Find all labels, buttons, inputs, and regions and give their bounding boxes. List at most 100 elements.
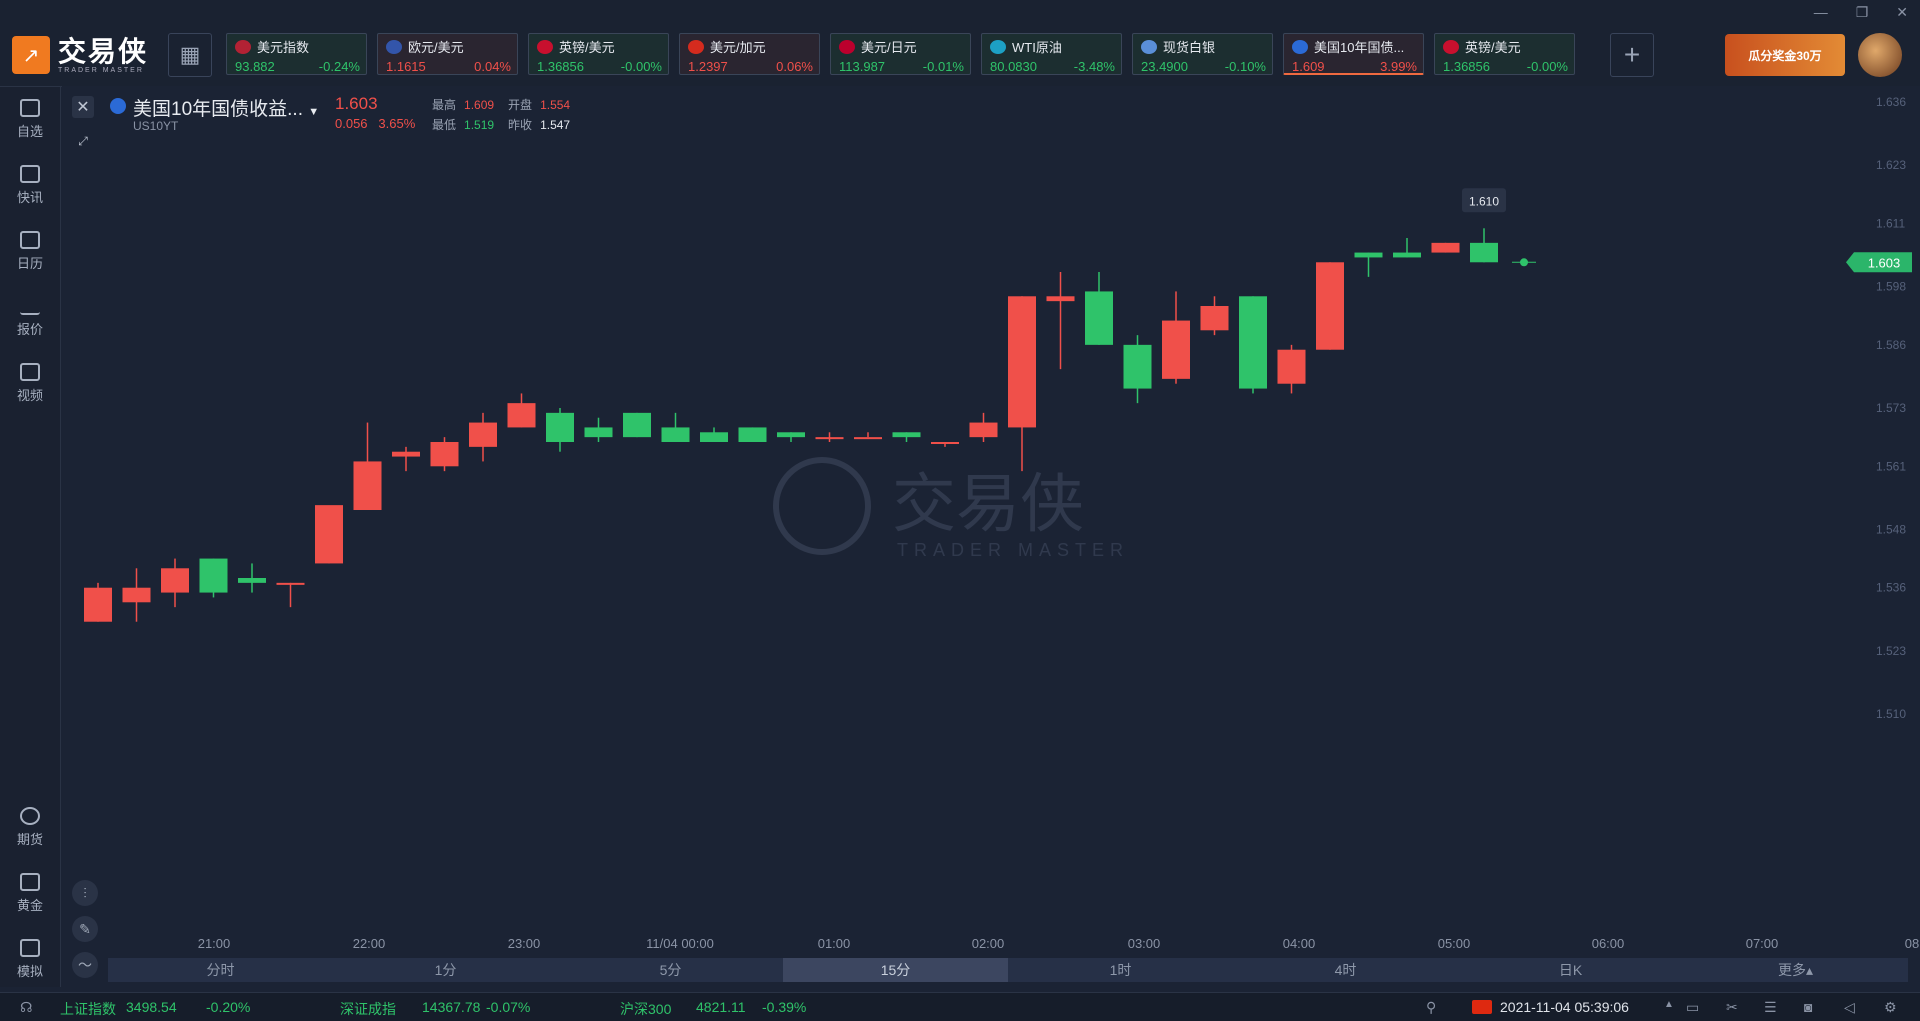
candle-body (353, 461, 382, 510)
candle (430, 437, 459, 472)
ticker-price: 1.609 (1292, 59, 1325, 74)
play-icon (20, 363, 40, 381)
x-tick-label: 04:00 (1283, 936, 1316, 951)
candle (1316, 262, 1344, 350)
ticker-card[interactable]: 美元/日元 113.987 -0.01% (830, 33, 971, 75)
ticker-change: -0.10% (1224, 59, 1266, 74)
close-chart-button[interactable]: ✕ (72, 96, 94, 118)
timeframe-bar: 分时 1分 5分 15分 1时 4时 日K 更多▴ (108, 958, 1908, 982)
index-name[interactable]: 上证指数 (60, 999, 116, 1019)
screen-icon[interactable]: ▭ (1686, 999, 1699, 1016)
change-value: 0.056 (335, 116, 368, 131)
calendar-icon (20, 231, 40, 249)
ticker-card[interactable]: 欧元/美元 1.1615 0.04% (377, 33, 518, 75)
ticker-card[interactable]: 美国10年国债... 1.609 3.99% (1283, 33, 1424, 75)
ticker-card[interactable]: 英镑/美元 1.36856 -0.00% (1434, 33, 1575, 75)
candle (738, 427, 767, 442)
sidebar-item-futures[interactable]: 期货 (0, 807, 60, 848)
sidebar-item-label: 报价 (16, 322, 43, 337)
timeframe-tab[interactable]: 4时 (1233, 958, 1458, 982)
candle-body (1200, 306, 1229, 331)
price-change: 0.056 3.65% (335, 116, 415, 131)
timeframe-tab[interactable]: 1时 (1008, 958, 1233, 982)
sidebar-item-gold[interactable]: 黄金 (0, 873, 60, 914)
timeframe-tab[interactable]: 15分 (783, 958, 1008, 982)
ohlc-stats: 最高 1.609 开盘 1.554 最低 1.519 昨收 1.547 (432, 95, 584, 135)
timeframe-tab[interactable]: 分时 (108, 958, 333, 982)
flag-icon (839, 39, 855, 54)
ticker-name: 美国10年国债... (1314, 40, 1405, 55)
caret-up-icon[interactable]: ▲ (1664, 999, 1674, 1010)
x-tick-label: 22:00 (353, 936, 386, 951)
timeframe-tab[interactable]: 更多▴ (1683, 958, 1908, 982)
ticker-price: 80.0830 (990, 59, 1037, 74)
ticker-price: 113.987 (839, 59, 886, 74)
avatar[interactable] (1858, 33, 1902, 77)
settings-icon[interactable]: ⚙ (1884, 999, 1897, 1016)
index-change: -0.07% (486, 999, 531, 1015)
sidebar-item-simulation[interactable]: 模拟 (0, 939, 60, 980)
ticker-name: 美元指数 (257, 40, 310, 55)
timeframe-tab[interactable]: 日K (1458, 958, 1683, 982)
list-icon[interactable]: ☰ (1764, 999, 1777, 1016)
ticker-change: -0.00% (1526, 59, 1568, 74)
y-tick-label: 1.573 (1876, 401, 1906, 415)
open-label: 开盘 (508, 98, 533, 112)
restore-button[interactable]: ❐ (1856, 4, 1869, 21)
ticker-name: 欧元/美元 (408, 40, 464, 55)
index-name[interactable]: 深证成指 (340, 999, 396, 1019)
top-bar: — ❐ ✕ ↗ 交易侠 TRADER MASTER ▦ 美元指数 93.882 -0… (0, 0, 1920, 87)
candle-body (623, 412, 651, 438)
mute-icon[interactable]: ◁ (1844, 999, 1855, 1016)
candle-body (969, 422, 998, 438)
ticker-card[interactable]: 现货白银 23.4900 -0.10% (1132, 33, 1273, 75)
chevron-down-icon: ▼ (308, 106, 320, 118)
ticker-price: 1.36856 (537, 59, 584, 74)
candle-body (1431, 242, 1460, 253)
sidebar-item-video[interactable]: 视频 (0, 363, 60, 404)
ticker-card[interactable]: 英镑/美元 1.36856 -0.00% (528, 33, 669, 75)
headset-icon[interactable]: ☊ (20, 999, 32, 1016)
flag-icon (688, 39, 704, 54)
timeframe-tab[interactable]: 1分 (333, 958, 558, 982)
index-value: 14367.78 (422, 999, 481, 1015)
indicator-tool-button[interactable]: ⫶ (72, 880, 98, 906)
y-tick-label: 1.548 (1876, 522, 1906, 536)
signal-icon[interactable]: ⚲ (1426, 999, 1436, 1016)
camera-icon[interactable]: ◙ (1804, 999, 1812, 1015)
candle-body (1239, 296, 1267, 389)
minimize-button[interactable]: — (1814, 4, 1828, 21)
prev-close-label: 昨收 (508, 118, 533, 132)
sidebar-item-watchlist[interactable]: 自选 (0, 99, 60, 140)
timeframe-tab[interactable]: 5分 (558, 958, 783, 982)
wave-icon: 〜 (78, 957, 92, 973)
candlestick-chart[interactable]: 交易侠 TRADER MASTER 1.636 1.623 1.611 1.598 1.… (62, 86, 1920, 986)
sidebar-item-quotes[interactable]: 报价 (0, 297, 60, 338)
expand-button[interactable]: ⤢ (72, 130, 94, 152)
candle-body (854, 437, 882, 440)
chart-type-button[interactable]: 〜 (72, 952, 98, 978)
instrument-name-dropdown[interactable]: 美国10年国债收益... ▼ (133, 94, 319, 121)
sidebar-item-flash-news[interactable]: 快讯 (0, 165, 60, 206)
candle (199, 558, 228, 598)
tools-icon[interactable]: ✂ (1726, 999, 1738, 1016)
sidebar-item-calendar[interactable]: 日历 (0, 231, 60, 272)
sidebar-item-label: 视频 (16, 388, 43, 403)
draw-tool-button[interactable]: ✎ (72, 916, 98, 942)
ticker-name: 现货白银 (1163, 40, 1216, 55)
index-name[interactable]: 沪深300 (620, 999, 671, 1019)
ticker-change: 0.06% (776, 59, 813, 74)
layout-grid-button[interactable]: ▦ (168, 33, 212, 77)
ticker-card[interactable]: 美元/加元 1.2397 0.06% (679, 33, 820, 75)
add-ticker-button[interactable]: + (1610, 33, 1654, 77)
ticker-price: 1.36856 (1443, 59, 1490, 74)
candle-body (1470, 242, 1498, 263)
close-window-button[interactable]: ✕ (1896, 4, 1908, 21)
window-controls: — ❐ ✕ (1814, 4, 1908, 21)
ticker-card[interactable]: WTI原油 80.0830 -3.48% (981, 33, 1122, 75)
candle-body (1316, 262, 1344, 350)
candle-body (238, 578, 266, 583)
ticker-card[interactable]: 美元指数 93.882 -0.24% (226, 33, 367, 75)
x-tick-label: 11/04 00:00 (646, 936, 714, 951)
promo-banner[interactable]: 瓜分奖金30万 (1725, 34, 1845, 76)
